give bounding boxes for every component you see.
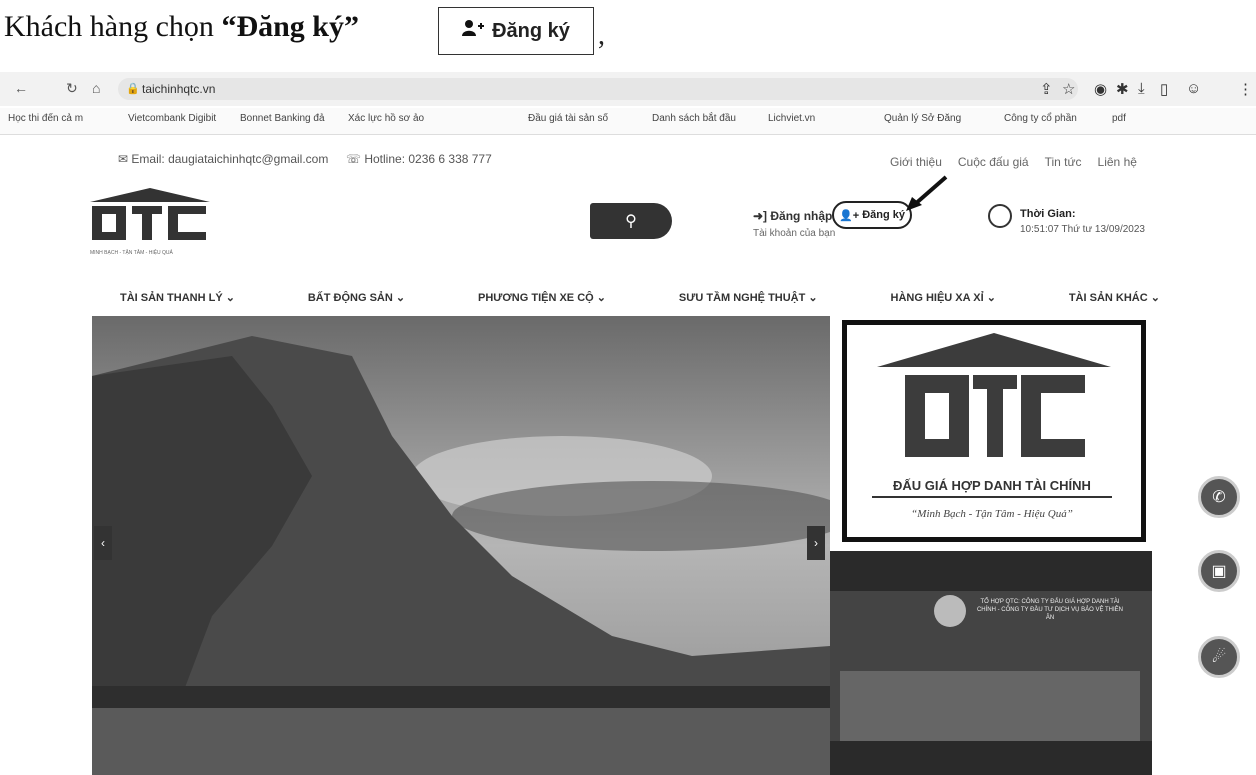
phone-float-button[interactable]: ✆ [1198,476,1240,518]
menu-label: HÀNG HIỆU XA XỈ [890,292,984,304]
login-label: Đăng nhập [770,209,833,223]
bookmark-item[interactable]: Danh sách bắt đầu [652,113,736,124]
top-link-contact[interactable]: Liên hệ [1098,155,1137,169]
share-icon[interactable]: ⇪ [1040,80,1053,98]
menu-label: PHƯƠNG TIỆN XE CỘ [478,292,594,304]
register-label: Đăng ký [862,209,905,221]
profile-icon[interactable]: ☺ [1186,80,1201,97]
bookmark-item[interactable]: Đầu giá tài sản số [528,113,608,124]
slider-next-button[interactable]: › [807,526,825,560]
address-bar[interactable] [118,78,1078,100]
menu-item[interactable]: TÀI SẢN THANH LÝ ⌄ [120,291,235,304]
bookmark-item[interactable]: Học thi đến cả m [8,113,83,124]
caption-register-button: Đăng ký [438,7,594,55]
main-menu: TÀI SẢN THANH LÝ ⌄ BẤT ĐỘNG SẢN ⌄ PHƯƠNG… [120,291,1160,304]
email-info[interactable]: ✉ Email: daugiataichinhqtc@gmail.com [118,152,328,166]
menu-label: TÀI SẢN KHÁC [1068,292,1148,304]
caption-quoted: “Đăng ký” [221,10,359,43]
user-plus-icon [462,19,485,43]
messenger-icon: ☄ [1211,649,1227,666]
top-links: Giới thiệu Cuộc đấu giá Tin tức Liên hệ [890,155,1137,169]
logo-tagline: MINH BẠCH - TẬN TÂM - HIỆU QUẢ [90,250,173,256]
chevron-left-icon: ‹ [101,536,105,550]
sidebar-icon[interactable]: ▯ [1160,80,1168,98]
user-plus-icon: 👤+ [839,209,860,222]
menu-item[interactable]: PHƯƠNG TIỆN XE CỘ ⌄ [478,291,606,304]
home-icon[interactable]: ⌂ [92,80,100,96]
login-link[interactable]: ➜] Đăng nhập [753,209,832,223]
chat-icon: ▣ [1211,563,1227,580]
zalo-float-button[interactable]: ▣ [1198,550,1240,592]
site-logo[interactable] [90,188,210,258]
lock-icon: 🔒 [126,83,140,95]
menu-item[interactable]: BẤT ĐỘNG SẢN ⌄ [308,291,405,304]
search-icon: ⚲ [625,213,637,230]
chevron-down-icon: ⌄ [986,292,996,304]
menu-label: SƯU TẦM NGHỆ THUẬT [678,292,806,304]
hotline-text: Hotline: 0236 6 338 777 [364,152,492,166]
chevron-down-icon: ⌄ [596,292,606,304]
chevron-down-icon: ⌄ [225,292,235,304]
menu-item[interactable]: TÀI SẢN KHÁC ⌄ [1069,291,1160,304]
bookmark-item[interactable]: Xác lực hồ sơ ảo [348,113,424,124]
menu-label: BẤT ĐỘNG SẢN [307,292,393,304]
instruction-caption: Khách hàng chọn “Đăng ký” [4,10,359,44]
menu-item[interactable]: HÀNG HIỆU XA XỈ ⌄ [891,291,996,304]
bookmark-item[interactable]: Bonnet Banking đả [240,113,325,124]
account-text: Tài khoản của bạn [753,228,836,239]
photo-caption: TỔ HỢP QTC: CÔNG TY ĐẤU GIÁ HỢP DANH TÀI… [976,599,1124,621]
caption-button-label: Đăng ký [492,19,570,42]
bookmark-item[interactable]: Lichviet.vn [768,113,815,124]
clock-icon [988,204,1012,228]
top-link-news[interactable]: Tin tức [1045,155,1082,169]
chevron-down-icon: ⌄ [808,292,818,304]
url-text[interactable]: taichinhqtc.vn [142,82,215,96]
top-link-auction[interactable]: Cuộc đấu giá [958,155,1029,169]
chevron-right-icon: › [814,536,818,550]
top-link-intro[interactable]: Giới thiệu [890,155,942,169]
bookmark-item[interactable]: Quản lý Sở Đăng [884,113,961,124]
reload-icon[interactable]: ↻ [66,80,78,97]
bookmark-item[interactable]: Công ty cổ phần [1004,113,1077,124]
banner-slogan: “Minh Bạch - Tận Tâm - Hiệu Quả” [911,508,1073,520]
menu-item[interactable]: SƯU TẦM NGHỆ THUẬT ⌄ [679,291,818,304]
chevron-down-icon: ⌄ [1150,292,1160,304]
pointer-arrow-icon [902,175,950,218]
time-value: 10:51:07 Thứ tư 13/09/2023 [1020,224,1145,235]
puzzle-icon[interactable]: ✱ [1116,80,1129,98]
banner-company-name: ĐẤU GIÁ HỢP DANH TÀI CHÍNH [872,478,1112,498]
download-icon[interactable]: ⤓ [1138,80,1145,97]
email-text: Email: daugiataichinhqtc@gmail.com [131,152,329,166]
menu-dots-icon[interactable]: ⋮ [1238,80,1253,98]
back-icon[interactable]: ← [14,80,28,96]
caption-comma: , [598,20,605,51]
hero-slider-image[interactable] [92,316,830,775]
messenger-float-button[interactable]: ☄ [1198,636,1240,678]
search-button[interactable]: ⚲ [590,203,672,239]
bookmark-item[interactable]: Vietcombank Digibit [128,113,216,124]
extension-icon[interactable]: ◉ [1094,80,1107,98]
event-photo[interactable] [830,551,1152,775]
phone-icon: ✆ [1212,489,1226,506]
slider-prev-button[interactable]: ‹ [94,526,112,560]
time-label: Thời Gian: [1020,208,1076,220]
register-button[interactable]: 👤+ Đăng ký [832,201,912,229]
caption-text: Khách hàng chọn [4,10,222,43]
chevron-down-icon: ⌄ [395,292,406,304]
menu-label: TÀI SẢN THANH LÝ [120,292,223,304]
bookmark-item[interactable]: pdf [1112,113,1126,124]
star-icon[interactable]: ☆ [1062,80,1075,98]
hotline-info[interactable]: ☏ Hotline: 0236 6 338 777 [346,152,492,166]
